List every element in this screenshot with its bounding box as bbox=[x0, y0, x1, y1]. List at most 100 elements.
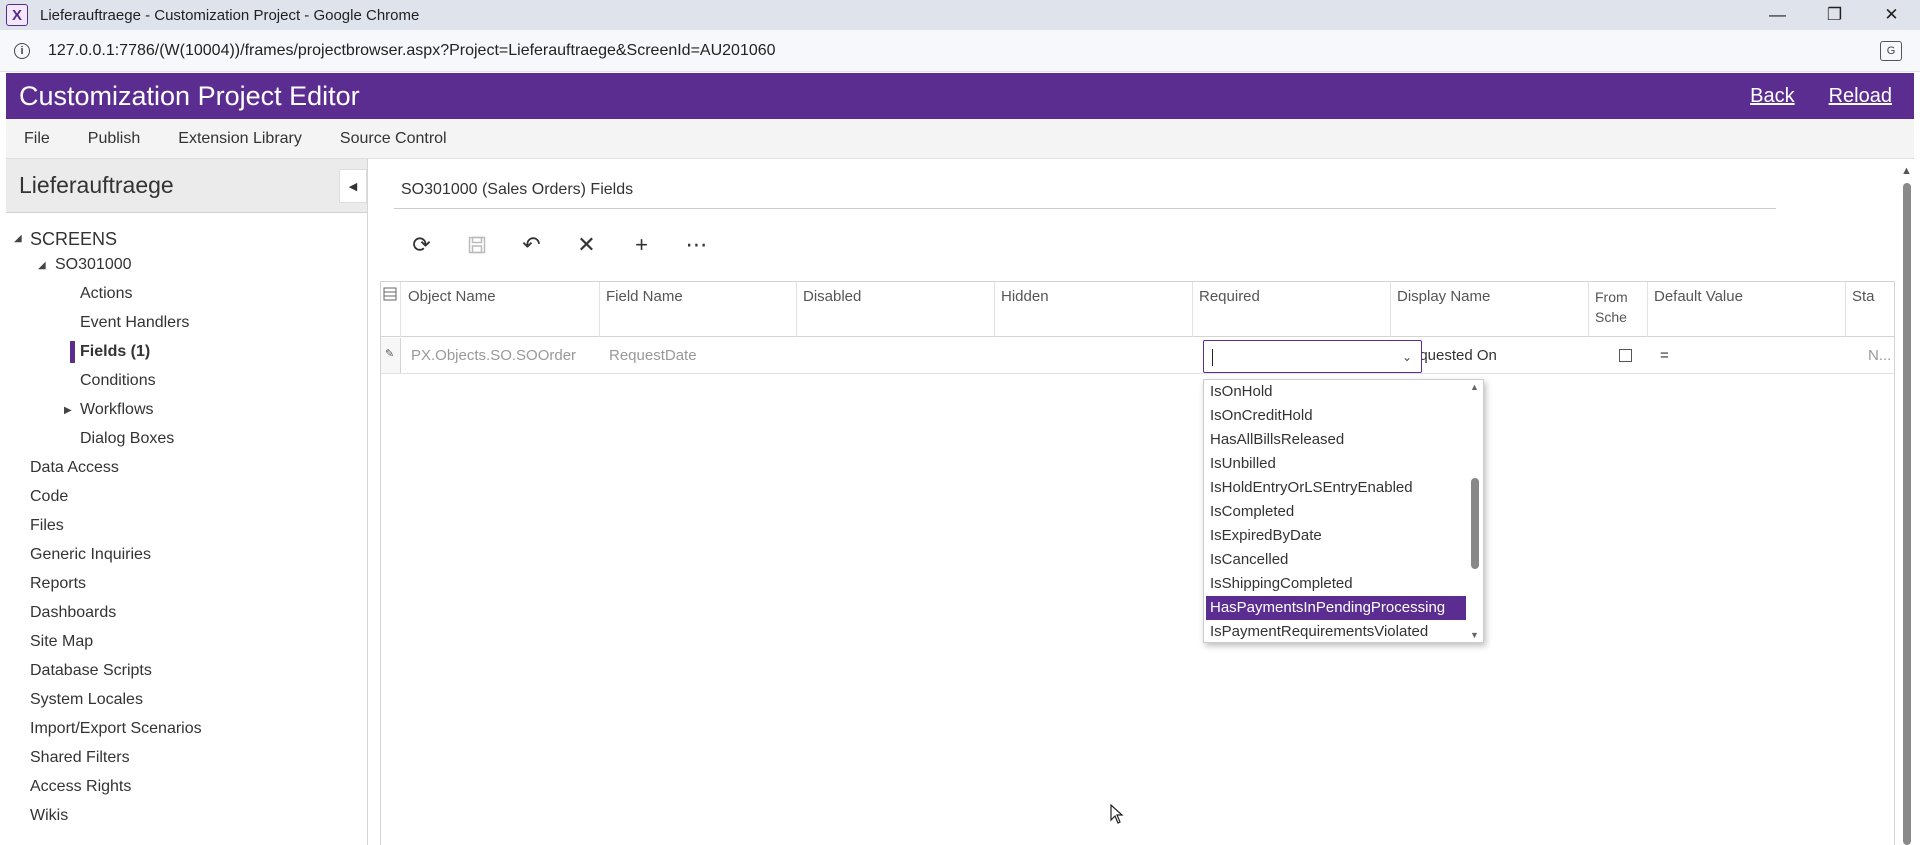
tree-node-event-handlers[interactable]: Event Handlers bbox=[80, 314, 189, 332]
address-bar: i 127.0.0.1:7786/(W(10004))/frames/proje… bbox=[0, 30, 1920, 72]
section-title: SO301000 (Sales Orders) Fields bbox=[401, 181, 634, 198]
menu-publish[interactable]: Publish bbox=[88, 130, 140, 148]
dropdown-option-highlighted[interactable]: HasPaymentsInPendingProcessing bbox=[1206, 596, 1466, 620]
add-icon[interactable]: + bbox=[614, 229, 669, 261]
cell-field-name[interactable]: RequestDate bbox=[601, 338, 799, 374]
chevron-down-icon[interactable]: ⌄ bbox=[1402, 350, 1412, 364]
cell-status[interactable]: N... bbox=[1864, 338, 1904, 374]
tree-node-code[interactable]: Code bbox=[30, 488, 68, 506]
page-scrollbar[interactable]: ▲ bbox=[1900, 165, 1914, 845]
dropdown-scrollbar[interactable]: ▲ ▼ bbox=[1466, 380, 1483, 642]
col-header-from-schema[interactable]: From Sche bbox=[1589, 282, 1648, 337]
undo-icon[interactable]: ↶ bbox=[504, 229, 559, 261]
tree-node-so301000[interactable]: SO301000 bbox=[55, 256, 132, 274]
back-link[interactable]: Back bbox=[1750, 85, 1794, 108]
tree-node-system-locales[interactable]: System Locales bbox=[30, 691, 143, 709]
app-title: Customization Project Editor bbox=[19, 80, 360, 111]
tree-node-files[interactable]: Files bbox=[30, 517, 64, 535]
delete-icon[interactable]: ✕ bbox=[559, 229, 614, 261]
dropdown-option[interactable]: IsCancelled bbox=[1206, 548, 1288, 572]
grid-toolbar: ⟳ ↶ ✕ + ⋯ bbox=[394, 229, 724, 261]
minimize-icon[interactable]: — bbox=[1749, 0, 1806, 30]
col-header-status[interactable]: Sta bbox=[1846, 282, 1896, 337]
row-selector-header-icon[interactable] bbox=[381, 282, 401, 337]
restore-icon[interactable]: ❐ bbox=[1806, 0, 1863, 30]
col-header-field-name[interactable]: Field Name bbox=[600, 282, 797, 337]
dropdown-option[interactable]: IsExpiredByDate bbox=[1206, 524, 1322, 548]
more-icon[interactable]: ⋯ bbox=[669, 229, 724, 261]
translate-icon[interactable]: G bbox=[1880, 41, 1902, 61]
save-icon[interactable] bbox=[449, 229, 504, 261]
menu-source-control[interactable]: Source Control bbox=[340, 130, 447, 148]
tree-node-database-scripts[interactable]: Database Scripts bbox=[30, 662, 152, 680]
tree-node-generic-inquiries[interactable]: Generic Inquiries bbox=[30, 546, 151, 564]
mouse-pointer-icon bbox=[1110, 803, 1124, 829]
app-logo-icon: X bbox=[6, 4, 28, 26]
dropdown-option[interactable]: IsHoldEntryOrLSEntryEnabled bbox=[1206, 476, 1413, 500]
dropdown-option[interactable]: IsOnHold bbox=[1206, 380, 1273, 404]
tree-node-fields[interactable]: Fields (1) bbox=[80, 343, 150, 361]
url-field[interactable]: 127.0.0.1:7786/(W(10004))/frames/project… bbox=[48, 42, 776, 60]
sidebar: Lieferauftraege ◀ ◢ SCREENS ◢ SO301000 A… bbox=[6, 159, 368, 845]
col-header-default-value[interactable]: Default Value bbox=[1648, 282, 1846, 337]
dropdown-option[interactable]: IsCompleted bbox=[1206, 500, 1294, 524]
dropdown-option[interactable]: IsPaymentRequirementsViolated bbox=[1206, 620, 1428, 642]
menu-extension-library[interactable]: Extension Library bbox=[178, 130, 302, 148]
from-schema-checkbox[interactable] bbox=[1619, 349, 1632, 362]
refresh-icon[interactable]: ⟳ bbox=[394, 229, 449, 261]
section-divider bbox=[394, 208, 1776, 209]
tree-node-site-map[interactable]: Site Map bbox=[30, 633, 93, 651]
page-scroll-up-icon[interactable]: ▲ bbox=[1901, 165, 1912, 177]
sidebar-header: Lieferauftraege ◀ bbox=[6, 159, 367, 213]
selection-indicator bbox=[70, 341, 75, 363]
close-icon[interactable]: ✕ bbox=[1863, 0, 1920, 30]
tree-node-conditions[interactable]: Conditions bbox=[80, 372, 156, 390]
dropdown-option[interactable]: HasAllBillsReleased bbox=[1206, 428, 1344, 452]
dropdown-option[interactable]: IsShippingCompleted bbox=[1206, 572, 1353, 596]
cell-default-value[interactable]: = bbox=[1652, 338, 1752, 374]
fields-grid: Object Name Field Name Disabled Hidden R… bbox=[380, 281, 1895, 845]
main-panel: SO301000 (Sales Orders) Fields ⟳ ↶ ✕ + ⋯… bbox=[369, 159, 1914, 845]
menu-file[interactable]: File bbox=[24, 130, 50, 148]
table-row[interactable]: ✎ PX.Objects.SO.SOOrder RequestDate eque… bbox=[381, 338, 1894, 374]
tree-node-import-export-scenarios[interactable]: Import/Export Scenarios bbox=[30, 720, 202, 738]
dropdown-option[interactable]: IsUnbilled bbox=[1206, 452, 1276, 476]
page-scroll-thumb[interactable] bbox=[1903, 183, 1911, 845]
col-header-object-name[interactable]: Object Name bbox=[402, 282, 600, 337]
reload-link[interactable]: Reload bbox=[1829, 85, 1892, 108]
expand-screens-icon[interactable]: ◢ bbox=[14, 233, 22, 244]
grid-header: Object Name Field Name Disabled Hidden R… bbox=[381, 282, 1894, 337]
scroll-down-icon[interactable]: ▼ bbox=[1470, 630, 1479, 640]
menu-bar: File Publish Extension Library Source Co… bbox=[6, 119, 1914, 159]
tree-node-dialog-boxes[interactable]: Dialog Boxes bbox=[80, 430, 174, 448]
col-header-disabled[interactable]: Disabled bbox=[797, 282, 995, 337]
col-header-display-name[interactable]: Display Name bbox=[1391, 282, 1589, 337]
dropdown-scroll-thumb[interactable] bbox=[1471, 478, 1479, 569]
dropdown-option[interactable]: IsOnCreditHold bbox=[1206, 404, 1313, 428]
tree-node-reports[interactable]: Reports bbox=[30, 575, 86, 593]
tree-node-shared-filters[interactable]: Shared Filters bbox=[30, 749, 130, 767]
tree-node-dashboards[interactable]: Dashboards bbox=[30, 604, 116, 622]
cell-object-name[interactable]: PX.Objects.SO.SOOrder bbox=[403, 338, 601, 374]
condition-dropdown-list: IsOnHold IsOnCreditHold HasAllBillsRelea… bbox=[1203, 379, 1484, 643]
expand-screen-icon[interactable]: ◢ bbox=[38, 260, 46, 271]
col-header-hidden[interactable]: Hidden bbox=[995, 282, 1193, 337]
tree-node-access-rights[interactable]: Access Rights bbox=[30, 778, 131, 796]
app-header: Customization Project Editor Back Reload bbox=[6, 73, 1914, 119]
col-header-required[interactable]: Required bbox=[1193, 282, 1391, 337]
window-controls: — ❐ ✕ bbox=[1749, 0, 1920, 30]
required-condition-input[interactable]: ⌄ bbox=[1203, 340, 1422, 373]
scroll-up-icon[interactable]: ▲ bbox=[1470, 382, 1479, 392]
tree-node-wikis[interactable]: Wikis bbox=[30, 807, 68, 825]
cell-display-name[interactable]: equested On bbox=[1411, 338, 1591, 374]
text-cursor bbox=[1212, 349, 1213, 366]
tree-node-actions[interactable]: Actions bbox=[80, 285, 132, 303]
tree-node-workflows[interactable]: Workflows bbox=[80, 401, 154, 419]
site-info-icon[interactable]: i bbox=[14, 42, 30, 59]
tree-node-data-access[interactable]: Data Access bbox=[30, 459, 119, 477]
collapse-sidebar-icon[interactable]: ◀ bbox=[339, 169, 367, 203]
window-titlebar: X Lieferauftraege - Customization Projec… bbox=[0, 0, 1920, 30]
tree-node-screens[interactable]: SCREENS bbox=[30, 229, 117, 250]
expand-workflows-icon[interactable]: ▶ bbox=[64, 405, 72, 416]
row-edit-icon[interactable]: ✎ bbox=[381, 338, 401, 373]
